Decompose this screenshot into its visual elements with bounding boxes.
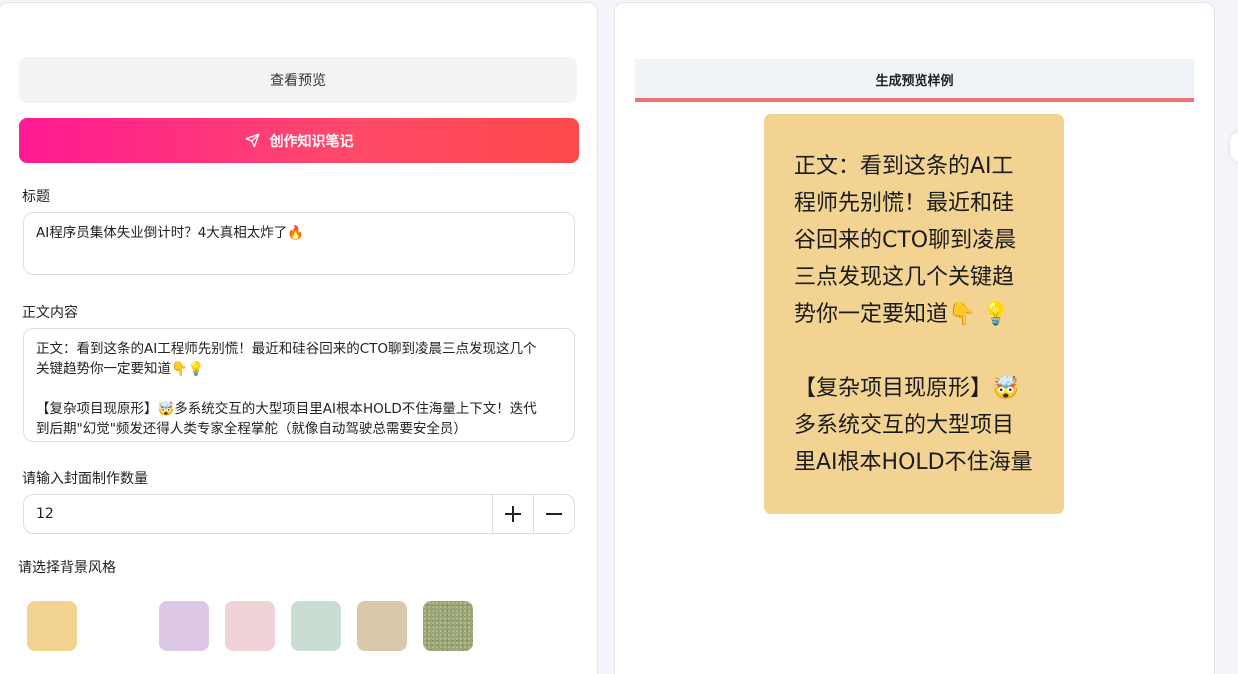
style-swatch-olive-texture[interactable] bbox=[423, 601, 473, 651]
card-line: 谷回来的CTO聊到凌晨 bbox=[794, 228, 1017, 253]
increment-button[interactable] bbox=[492, 495, 533, 533]
body-line: 关键趋势你一定要知道👇💡 bbox=[36, 361, 205, 377]
preview-header: 生成预览样例 bbox=[635, 59, 1194, 99]
create-note-button[interactable]: 创作知识笔记 bbox=[19, 118, 579, 163]
card-line: 【复杂项目现原形】🤯 bbox=[794, 376, 1020, 401]
minus-icon bbox=[546, 513, 562, 515]
preview-card: 正文：看到这条的AI工 程师先别慌！最近和硅 谷回来的CTO聊到凌晨 三点发现这… bbox=[764, 114, 1064, 514]
card-line: 多系统交互的大型项目 bbox=[794, 413, 1015, 438]
card-line: 正文：看到这条的AI工 bbox=[794, 154, 1014, 179]
card-line: 势你一定要知道👇 💡 bbox=[794, 302, 1010, 327]
style-swatch-lavender[interactable] bbox=[159, 601, 209, 651]
body-label: 正文内容 bbox=[22, 305, 78, 321]
title-input[interactable]: AI程序员集体失业倒计时？4大真相太炸了🔥 bbox=[23, 212, 575, 275]
create-note-label: 创作知识笔记 bbox=[269, 133, 354, 150]
style-swatch-beige[interactable] bbox=[357, 601, 407, 651]
decrement-button[interactable] bbox=[533, 495, 574, 533]
title-label: 标题 bbox=[22, 189, 50, 205]
style-swatch-white[interactable] bbox=[93, 601, 143, 651]
body-line: 【复杂项目现原形】🤯多系统交互的大型项目里AI根本HOLD不住海量上下文！迭代 bbox=[36, 401, 537, 417]
count-label: 请输入封面制作数量 bbox=[22, 471, 148, 487]
body-textarea[interactable]: 正文：看到这条的AI工程师先别慌！最近和硅谷回来的CTO聊到凌晨三点发现这几个 … bbox=[23, 328, 575, 442]
style-swatch-mint[interactable] bbox=[291, 601, 341, 651]
style-label: 请选择背景风格 bbox=[18, 560, 116, 576]
side-handle[interactable] bbox=[1230, 132, 1238, 162]
body-line: 正文：看到这条的AI工程师先别慌！最近和硅谷回来的CTO聊到凌晨三点发现这几个 bbox=[36, 341, 537, 357]
style-swatch-yellow[interactable] bbox=[27, 601, 77, 651]
send-icon bbox=[245, 133, 259, 148]
preview-accent-bar bbox=[635, 98, 1194, 102]
style-swatch-pink[interactable] bbox=[225, 601, 275, 651]
card-line: 里AI根本HOLD不住海量 bbox=[794, 450, 1033, 475]
count-input[interactable]: 12 bbox=[24, 495, 492, 533]
view-preview-button[interactable]: 查看预览 bbox=[19, 57, 577, 103]
plus-icon bbox=[505, 506, 521, 522]
body-line: 到后期"幻觉"频发还得人类专家全程掌舵（就像自动驾驶总需要安全员） bbox=[36, 421, 467, 437]
card-line: 三点发现这几个关键趋 bbox=[794, 265, 1015, 290]
quantity-stepper: 12 bbox=[23, 494, 575, 534]
card-line: 程师先别慌！最近和硅 bbox=[794, 191, 1015, 216]
